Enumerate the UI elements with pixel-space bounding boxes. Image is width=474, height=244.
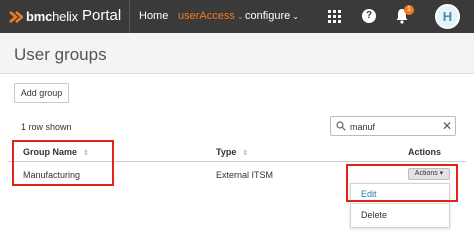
sort-icon: ⇕ xyxy=(242,150,249,157)
column-header-label: Type xyxy=(216,147,237,157)
highlight-box-actions xyxy=(346,164,458,202)
nav-useraccess-label: userAccess xyxy=(178,10,235,22)
cell-type: External ITSM xyxy=(216,170,274,180)
nav-configure-label: configure xyxy=(245,10,291,22)
menu-divider xyxy=(351,203,449,204)
search-input[interactable] xyxy=(350,120,438,133)
row-count-label: 1 row shown xyxy=(21,122,72,132)
logo-text: bmchelix xyxy=(26,9,78,24)
close-icon[interactable]: ✕ xyxy=(442,119,452,133)
apps-grid-icon[interactable] xyxy=(328,10,341,23)
portal-title: Portal xyxy=(82,7,122,24)
user-avatar[interactable]: H xyxy=(435,4,460,29)
bmc-logo-mark-icon xyxy=(9,10,23,23)
add-group-button[interactable]: Add group xyxy=(14,83,69,103)
search-icon xyxy=(336,121,346,131)
menu-item-delete[interactable]: Delete xyxy=(361,210,387,220)
highlight-box-group-name xyxy=(12,140,114,186)
top-navigation-bar: bmchelix Portal Home userAccess ⌄ configu… xyxy=(0,0,474,33)
header-divider xyxy=(129,0,130,33)
help-icon[interactable]: ? xyxy=(362,9,376,23)
nav-configure[interactable]: configure ⌄ xyxy=(245,10,299,22)
page-title: User groups xyxy=(14,45,107,64)
notification-count-badge: 1 xyxy=(404,5,414,15)
search-box: ✕ xyxy=(330,116,456,136)
nav-useraccess[interactable]: userAccess ⌄ xyxy=(178,10,244,22)
column-header-actions: Actions xyxy=(408,147,442,157)
chevron-down-icon: ⌄ xyxy=(292,12,299,21)
column-header-type[interactable]: Type ⇕ xyxy=(216,147,248,157)
chevron-down-icon: ⌄ xyxy=(236,12,244,21)
bmc-helix-logo[interactable]: bmchelix xyxy=(9,8,78,25)
nav-home[interactable]: Home xyxy=(139,10,168,22)
